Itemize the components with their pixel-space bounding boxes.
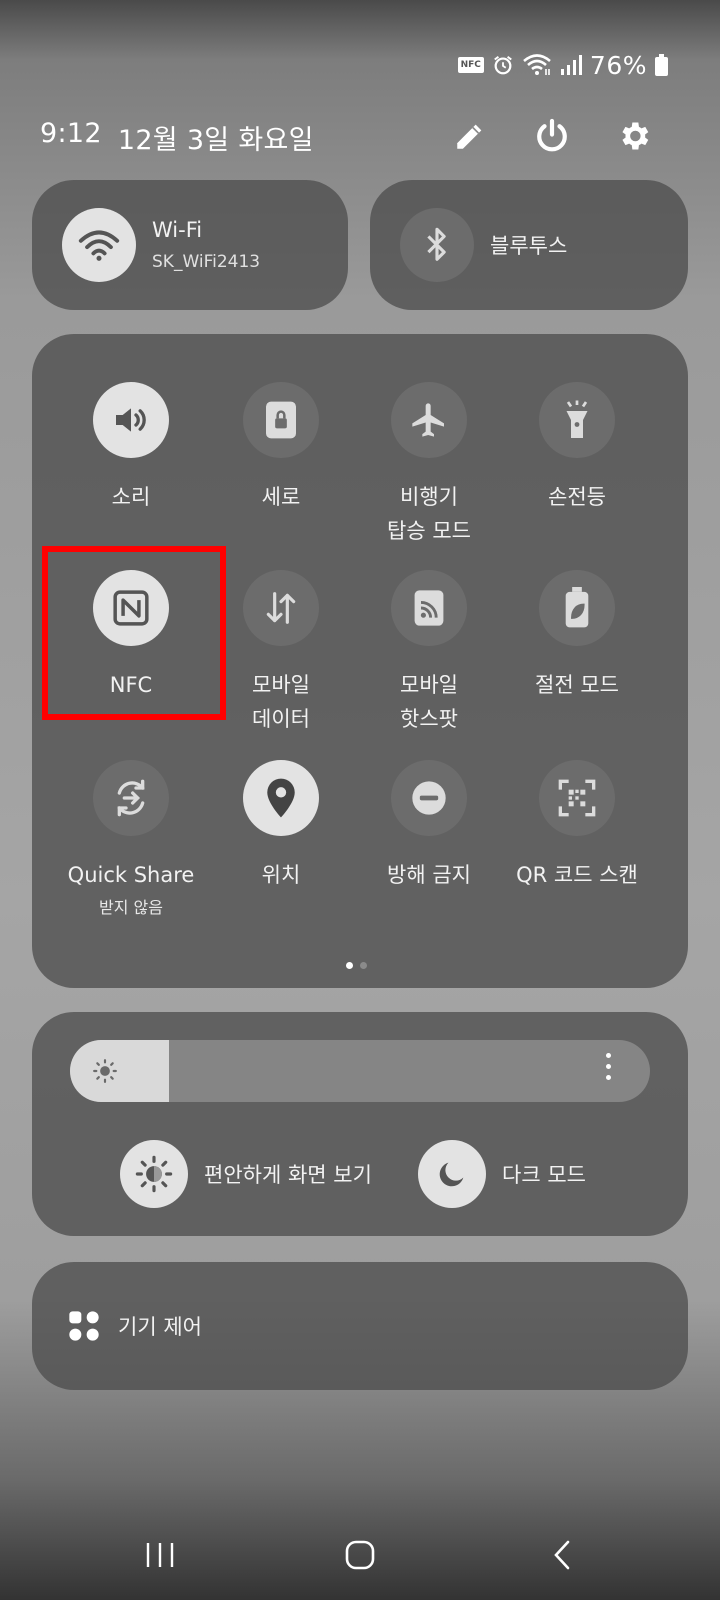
airplane-icon: [412, 403, 444, 437]
bluetooth-card[interactable]: 블루투스: [370, 180, 688, 310]
brightness-slider[interactable]: [70, 1040, 650, 1102]
moon-icon: [439, 1162, 464, 1187]
tile-do-not-disturb[interactable]: 방해 금지: [354, 760, 504, 892]
home-button[interactable]: [330, 1530, 390, 1580]
tile-circle[interactable]: [391, 570, 467, 646]
wifi-card[interactable]: Wi-Fi SK_WiFi2413: [32, 180, 348, 310]
bluetooth-title: 블루투스: [490, 234, 568, 258]
tile-mobile-data[interactable]: 모바일 데이터: [206, 570, 356, 736]
page-indicator: [346, 962, 367, 969]
dark-mode-toggle[interactable]: [418, 1140, 486, 1208]
eye-comfort-icon: [135, 1155, 173, 1193]
dark-mode-label: 다크 모드: [502, 1163, 586, 1187]
tile-circle[interactable]: [93, 382, 169, 458]
recent-apps-button[interactable]: [130, 1530, 190, 1580]
eye-comfort-toggle[interactable]: [120, 1140, 188, 1208]
signal-icon: [560, 54, 582, 76]
page-dot: [360, 962, 367, 969]
more-options-button[interactable]: [606, 1053, 611, 1080]
tile-circle[interactable]: [93, 760, 169, 836]
clock: 9:12: [40, 118, 102, 149]
back-button[interactable]: [532, 1530, 592, 1580]
device-control-button[interactable]: 기기 제어: [32, 1262, 688, 1390]
tile-label: 모바일 데이터: [252, 673, 310, 731]
gear-icon: [622, 122, 649, 150]
power-icon: [537, 118, 567, 152]
nfc-status-icon: NFC: [457, 57, 484, 73]
settings-button[interactable]: [610, 112, 658, 160]
tile-circle[interactable]: [539, 760, 615, 836]
tile-label: 비행기 탑승 모드: [387, 485, 471, 543]
pencil-icon: [457, 124, 482, 149]
rotation-lock-icon: [266, 401, 296, 439]
status-bar: NFC 76%: [457, 44, 668, 86]
tile-sound[interactable]: 소리: [56, 382, 206, 514]
speaker-icon: [116, 408, 146, 432]
tile-circle[interactable]: [243, 760, 319, 836]
more-dot: [606, 1064, 611, 1069]
power-saving-icon: [565, 587, 589, 628]
power-button[interactable]: [528, 112, 576, 160]
alarm-icon: [492, 54, 514, 76]
tile-power-saving[interactable]: 절전 모드: [502, 570, 652, 702]
tile-circle[interactable]: [243, 382, 319, 458]
tile-label: 모바일 핫스팟: [400, 673, 458, 731]
location-icon: [267, 778, 295, 818]
edit-button[interactable]: [446, 112, 494, 160]
tile-quick-share[interactable]: Quick Share 받지 않음: [56, 760, 206, 918]
date: 12월 3일 화요일: [117, 125, 314, 156]
tile-label: 소리: [111, 485, 151, 509]
quick-share-icon: [117, 779, 145, 817]
mobile-data-icon: [266, 592, 296, 624]
wifi-icon: [78, 230, 120, 261]
device-control-label: 기기 제어: [118, 1315, 202, 1339]
tile-circle[interactable]: [391, 382, 467, 458]
tile-sublabel: 받지 않음: [99, 898, 163, 917]
tile-location[interactable]: 위치: [206, 760, 356, 892]
hotspot-icon: [414, 590, 444, 626]
tile-circle[interactable]: [391, 760, 467, 836]
tile-circle[interactable]: [539, 382, 615, 458]
bluetooth-icon: [427, 227, 446, 261]
tile-label: Quick Share: [67, 863, 195, 887]
tile-circle[interactable]: [243, 570, 319, 646]
wifi-status-icon: [522, 53, 552, 77]
eye-comfort-button[interactable]: 편안하게 화면 보기: [120, 1140, 372, 1208]
device-control-icon: [69, 1311, 99, 1341]
datetime: 9:12 12월 3일 화요일: [40, 118, 314, 157]
back-icon: [554, 1540, 570, 1570]
tile-label: 절전 모드: [535, 673, 619, 697]
tile-label: 세로: [261, 485, 301, 509]
tile-hotspot[interactable]: 모바일 핫스팟: [354, 570, 504, 736]
tile-label: 위치: [261, 863, 301, 887]
wifi-network-name: SK_WiFi2413: [152, 252, 261, 272]
tile-flashlight[interactable]: 손전등: [502, 382, 652, 514]
battery-percent: 76%: [589, 50, 647, 80]
tile-label: QR 코드 스캔: [516, 863, 638, 887]
battery-icon: [655, 54, 668, 76]
navigation-bar: [0, 1530, 720, 1580]
tile-airplane-mode[interactable]: 비행기 탑승 모드: [354, 382, 504, 548]
bluetooth-toggle[interactable]: [400, 208, 474, 282]
flashlight-icon: [566, 400, 588, 438]
tile-circle[interactable]: [539, 570, 615, 646]
eye-comfort-label: 편안하게 화면 보기: [204, 1163, 372, 1187]
highlight-box: [42, 546, 226, 720]
tile-qr-scan[interactable]: QR 코드 스캔: [502, 760, 652, 892]
recent-apps-icon: [146, 1543, 174, 1567]
do-not-disturb-icon: [412, 781, 446, 815]
tile-label: 손전등: [548, 485, 606, 509]
wifi-title: Wi-Fi: [152, 218, 203, 242]
sun-icon: [92, 1058, 118, 1088]
home-icon: [345, 1540, 375, 1570]
brightness-slider-fill: [70, 1040, 169, 1102]
more-dot: [606, 1053, 611, 1058]
tile-label: 방해 금지: [387, 863, 471, 887]
qr-scan-icon: [558, 779, 596, 817]
wifi-toggle[interactable]: [62, 208, 136, 282]
more-dot: [606, 1075, 611, 1080]
dark-mode-button[interactable]: 다크 모드: [418, 1140, 586, 1208]
page-dot-active: [346, 962, 353, 969]
tile-rotation[interactable]: 세로: [206, 382, 356, 514]
